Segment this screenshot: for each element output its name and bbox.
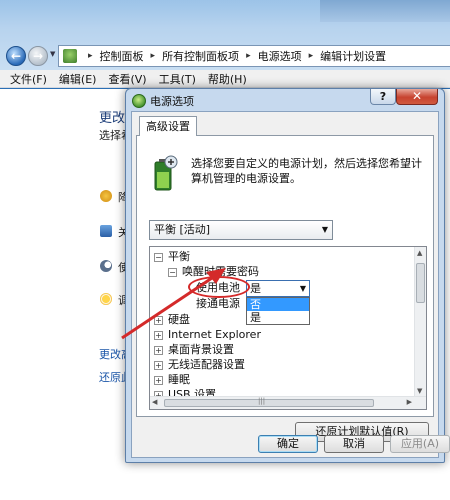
- tree-horizontal-scrollbar[interactable]: ◀ ||| ▶: [150, 396, 426, 409]
- menu-bar: 文件(F) 编辑(E) 查看(V) 工具(T) 帮助(H): [0, 70, 450, 88]
- grip-icon: |||: [258, 397, 266, 405]
- chevron-down-icon: ▼: [321, 225, 328, 234]
- advanced-settings-panel: 选择您要自定义的电源计划，然后选择您希望计算机管理的电源设置。 平衡 [活动] …: [136, 135, 434, 442]
- tree-node-internet-explorer[interactable]: + Internet Explorer: [154, 328, 261, 342]
- chevron-right-icon[interactable]: ▸: [246, 51, 251, 61]
- dialog-titlebar: 电源选项: [132, 93, 194, 109]
- breadcrumb-control-panel[interactable]: 控制面板: [100, 48, 144, 64]
- cancel-button[interactable]: 取消: [324, 435, 384, 453]
- close-button[interactable]: ✕: [396, 89, 438, 105]
- scroll-thumb[interactable]: [164, 399, 374, 407]
- address-bar[interactable]: ▸ 控制面板 ▸ 所有控制面板项 ▸ 电源选项 ▸ 编辑计划设置: [58, 45, 450, 67]
- red-annotation-circle: [188, 276, 250, 298]
- display-off-icon: [100, 225, 112, 237]
- scroll-up-icon[interactable]: ▲: [417, 249, 422, 257]
- forward-button[interactable]: →: [28, 46, 48, 66]
- chevron-down-icon[interactable]: ▼: [300, 281, 306, 296]
- tree-node-root[interactable]: − 平衡: [154, 250, 190, 264]
- tree-label: 硬盘: [168, 313, 190, 326]
- expand-icon[interactable]: +: [154, 315, 163, 325]
- menu-edit[interactable]: 编辑(E): [59, 71, 97, 87]
- menu-help[interactable]: 帮助(H): [208, 71, 247, 87]
- caption-area: [320, 0, 450, 22]
- password-on-battery-combo[interactable]: 是 ▼: [246, 280, 310, 297]
- breadcrumb-edit-plan[interactable]: 编辑计划设置: [320, 48, 386, 64]
- plugged-in-label: 接通电源: [196, 297, 240, 310]
- expand-icon[interactable]: +: [154, 375, 163, 385]
- power-plan-select[interactable]: 平衡 [活动] ▼: [149, 220, 333, 240]
- tree-label: 无线适配器设置: [168, 358, 245, 371]
- expand-icon[interactable]: +: [154, 345, 163, 355]
- tree-label: 桌面背景设置: [168, 343, 234, 356]
- option-no[interactable]: 否: [247, 298, 309, 311]
- tree-vertical-scrollbar[interactable]: ▲ ▼: [414, 247, 426, 397]
- tree-node-wireless-adapter[interactable]: + 无线适配器设置: [154, 358, 245, 372]
- menu-view[interactable]: 查看(V): [108, 71, 146, 87]
- dialog-body: 高级设置 选择您要自定义的电源计划，然后选择您希望计算机管理的电源设置。 平衡 …: [131, 111, 450, 458]
- breadcrumb-power-options[interactable]: 电源选项: [258, 48, 302, 64]
- tab-advanced-settings[interactable]: 高级设置: [139, 116, 197, 136]
- control-panel-icon: [63, 49, 77, 63]
- breadcrumb-all-items[interactable]: 所有控制面板项: [162, 48, 239, 64]
- combo-value: 是: [250, 282, 261, 295]
- display-dim-icon: [100, 190, 112, 202]
- dialog-title: 电源选项: [150, 95, 194, 108]
- tree-label: 睡眠: [168, 373, 190, 386]
- power-options-dialog: 电源选项 ? ✕ 高级设置 选择您要自定义的电源计划，然后选择您希望计算机管理的…: [125, 88, 450, 463]
- scroll-thumb[interactable]: [416, 263, 425, 303]
- tree-root-label: 平衡: [168, 250, 190, 263]
- help-button[interactable]: ?: [370, 89, 396, 105]
- expand-icon[interactable]: +: [154, 330, 163, 340]
- tree-node-sleep[interactable]: + 睡眠: [154, 373, 190, 387]
- tree-label: Internet Explorer: [168, 328, 261, 341]
- tree-node-hard-disk[interactable]: + 硬盘: [154, 313, 190, 327]
- scroll-down-icon[interactable]: ▼: [417, 387, 422, 395]
- collapse-icon[interactable]: −: [154, 252, 163, 262]
- menu-tools[interactable]: 工具(T): [159, 71, 196, 87]
- scroll-left-icon[interactable]: ◀: [152, 398, 157, 406]
- chevron-right-icon[interactable]: ▸: [151, 51, 156, 61]
- option-yes[interactable]: 是: [247, 311, 309, 324]
- expand-icon[interactable]: +: [154, 360, 163, 370]
- history-dropdown-icon[interactable]: ▼: [50, 50, 55, 58]
- power-plan-value: 平衡 [活动]: [154, 223, 211, 236]
- battery-plug-icon: [154, 155, 178, 191]
- collapse-icon[interactable]: −: [168, 267, 177, 277]
- intro-text: 选择您要自定义的电源计划，然后选择您希望计算机管理的电源设置。: [191, 157, 422, 185]
- ok-button[interactable]: 确定: [258, 435, 318, 453]
- chevron-right-icon[interactable]: ▸: [309, 51, 314, 61]
- chevron-right-icon[interactable]: ▸: [88, 51, 93, 61]
- sleep-moon-icon: [100, 260, 112, 272]
- back-button[interactable]: ←: [6, 46, 26, 66]
- tree-node-plugged-in[interactable]: 接通电源: [196, 297, 240, 311]
- settings-tree[interactable]: − 平衡 − 唤醒时需要密码 使用电池 接通电源 + 硬盘 + Internet Exp…: [149, 246, 427, 410]
- combo-dropdown-list: 否 是: [246, 297, 310, 325]
- page-title: 更改: [99, 111, 126, 126]
- tree-node-desktop-background[interactable]: + 桌面背景设置: [154, 343, 234, 357]
- menu-file[interactable]: 文件(F): [10, 71, 47, 87]
- power-options-icon: [132, 94, 146, 108]
- scroll-right-icon[interactable]: ▶: [407, 398, 412, 406]
- apply-button[interactable]: 应用(A): [390, 435, 450, 453]
- brightness-sun-icon: [100, 293, 112, 305]
